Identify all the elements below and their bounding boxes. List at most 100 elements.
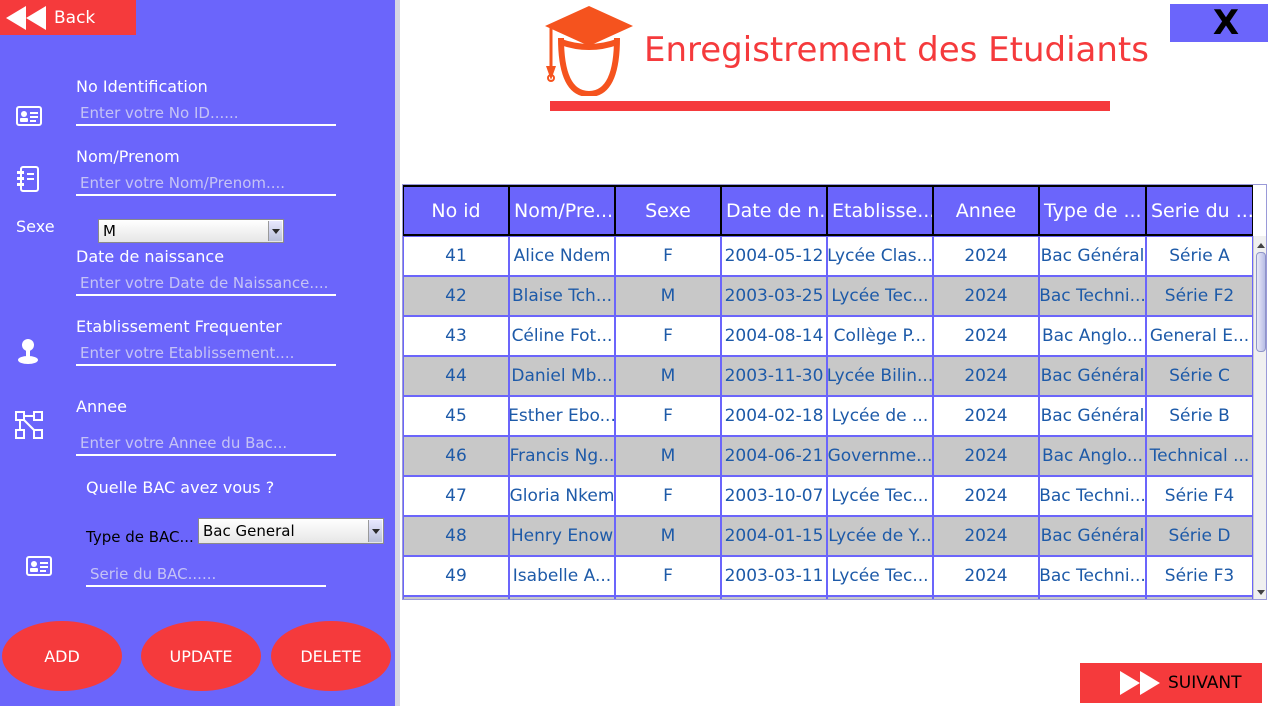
table-cell[interactable]: 2024 [933, 556, 1039, 596]
table-cell[interactable]: 2003-10-07 [721, 476, 827, 516]
table-cell[interactable]: 45 [403, 396, 509, 436]
table-cell[interactable]: 2024 [933, 436, 1039, 476]
table-cell[interactable]: Lycée Tec... [827, 556, 933, 596]
id-input[interactable] [76, 102, 336, 126]
column-header[interactable]: Sexe [615, 185, 721, 236]
back-button[interactable]: Back [0, 0, 136, 35]
table-cell[interactable]: 41 [403, 236, 509, 276]
table-cell[interactable]: Série C [1146, 356, 1253, 396]
table-cell[interactable]: 48 [403, 516, 509, 556]
table-cell[interactable]: Bac Techni... [1039, 556, 1146, 596]
table-cell[interactable]: 46 [403, 436, 509, 476]
table-cell[interactable]: Lycée de ... [827, 396, 933, 436]
table-cell[interactable]: Série F2 [1146, 276, 1253, 316]
table-cell[interactable]: F [615, 556, 721, 596]
column-header[interactable]: Type de ... [1039, 185, 1146, 236]
table-cell[interactable]: 2024 [933, 516, 1039, 556]
table-cell[interactable]: Blaise Tch... [509, 276, 615, 316]
table-row[interactable]: 42 Blaise Tch... M 2003-03-25 Lycée Tec... 20… [403, 276, 1253, 316]
table-cell[interactable]: Série A [1146, 236, 1253, 276]
table-cell[interactable]: M [615, 516, 721, 556]
table-cell[interactable]: 2004-05-12 [721, 236, 827, 276]
table-cell[interactable]: Bac Techni... [1039, 276, 1146, 316]
table-cell[interactable]: M [615, 276, 721, 316]
table-cell[interactable]: Lycée Clas... [827, 236, 933, 276]
table-cell[interactable]: 2004-02-18 [721, 396, 827, 436]
year-input[interactable] [76, 432, 336, 456]
table-cell[interactable]: 47 [403, 476, 509, 516]
table-cell[interactable]: Henry Enow [509, 516, 615, 556]
table-cell[interactable] [615, 596, 721, 599]
table-cell[interactable]: Technical ... [1146, 436, 1253, 476]
scroll-up-icon[interactable] [1256, 238, 1266, 248]
table-cell[interactable]: Série F4 [1146, 476, 1253, 516]
scroll-down-icon[interactable] [1256, 588, 1266, 598]
table-cell[interactable]: F [615, 236, 721, 276]
table-cell[interactable]: Lycée de Y... [827, 516, 933, 556]
table-cell[interactable]: 2004-08-14 [721, 316, 827, 356]
table-row[interactable]: 41 Alice Ndem F 2004-05-12 Lycée Clas... 2024… [403, 236, 1253, 276]
scroll-thumb[interactable] [1256, 252, 1266, 352]
table-cell[interactable] [1146, 596, 1253, 599]
table-cell[interactable]: Esther Ebo... [509, 396, 615, 436]
table-row[interactable] [403, 596, 1253, 599]
serie-input[interactable] [86, 563, 326, 587]
table-cell[interactable]: 44 [403, 356, 509, 396]
table-cell[interactable] [403, 596, 509, 599]
table-cell[interactable]: Daniel Mb... [509, 356, 615, 396]
table-cell[interactable]: Bac Anglo... [1039, 316, 1146, 356]
column-header[interactable]: Etablisse... [827, 185, 933, 236]
table-cell[interactable] [827, 596, 933, 599]
table-cell[interactable]: 2024 [933, 276, 1039, 316]
table-cell[interactable]: 42 [403, 276, 509, 316]
table-cell[interactable]: 2024 [933, 236, 1039, 276]
table-row[interactable]: 47 Gloria Nkem F 2003-10-07 Lycée Tec... 2024… [403, 476, 1253, 516]
table-cell[interactable]: Bac Général [1039, 356, 1146, 396]
sexe-select[interactable]: M [98, 219, 284, 243]
table-cell[interactable]: Bac Général [1039, 236, 1146, 276]
table-row[interactable]: 48 Henry Enow M 2004-01-15 Lycée de Y... 2024… [403, 516, 1253, 556]
table-cell[interactable]: Francis Ng... [509, 436, 615, 476]
table-cell[interactable]: Bac Général [1039, 516, 1146, 556]
table-cell[interactable]: Governme... [827, 436, 933, 476]
vertical-scrollbar[interactable] [1253, 236, 1266, 599]
table-cell[interactable]: F [615, 396, 721, 436]
table-cell[interactable] [933, 596, 1039, 599]
school-input[interactable] [76, 342, 336, 366]
table-cell[interactable]: Gloria Nkem [509, 476, 615, 516]
column-header[interactable]: Nom/Pre... [509, 185, 615, 236]
table-row[interactable]: 43 Céline Fot... F 2004-08-14 Collège P... 20… [403, 316, 1253, 356]
chevron-down-icon[interactable] [268, 221, 282, 241]
add-button[interactable]: ADD [2, 621, 122, 691]
name-input[interactable] [76, 172, 336, 196]
table-row[interactable]: 46 Francis Ng... M 2004-06-21 Governme... 202… [403, 436, 1253, 476]
column-header[interactable]: Date de n... [721, 185, 827, 236]
table-cell[interactable]: 2003-03-11 [721, 556, 827, 596]
table-cell[interactable]: Bac Techni... [1039, 476, 1146, 516]
next-button[interactable]: SUIVANT [1080, 663, 1262, 703]
birth-input[interactable] [76, 272, 336, 296]
table-cell[interactable]: 2024 [933, 396, 1039, 436]
table-cell[interactable] [509, 596, 615, 599]
table-cell[interactable] [1039, 596, 1146, 599]
table-cell[interactable]: 2003-03-25 [721, 276, 827, 316]
column-header[interactable]: Annee [933, 185, 1039, 236]
table-cell[interactable]: 2003-11-30 [721, 356, 827, 396]
table-cell[interactable]: Série D [1146, 516, 1253, 556]
column-header[interactable]: Serie du ... [1146, 185, 1253, 236]
table-cell[interactable]: Céline Fot... [509, 316, 615, 356]
table-cell[interactable]: Collège P... [827, 316, 933, 356]
update-button[interactable]: UPDATE [141, 621, 261, 691]
table-cell[interactable]: Bac Général [1039, 396, 1146, 436]
table-cell[interactable]: Lycée Tec... [827, 276, 933, 316]
table-cell[interactable]: 2004-01-15 [721, 516, 827, 556]
table-row[interactable]: 45 Esther Ebo... F 2004-02-18 Lycée de ... 20… [403, 396, 1253, 436]
table-cell[interactable]: 2024 [933, 356, 1039, 396]
table-cell[interactable]: General E... [1146, 316, 1253, 356]
table-cell[interactable]: M [615, 436, 721, 476]
table-cell[interactable]: Alice Ndem [509, 236, 615, 276]
table-cell[interactable]: M [615, 356, 721, 396]
close-button[interactable]: X [1170, 3, 1268, 43]
table-cell[interactable]: 2024 [933, 476, 1039, 516]
bac-type-select[interactable]: Bac General [198, 518, 384, 544]
